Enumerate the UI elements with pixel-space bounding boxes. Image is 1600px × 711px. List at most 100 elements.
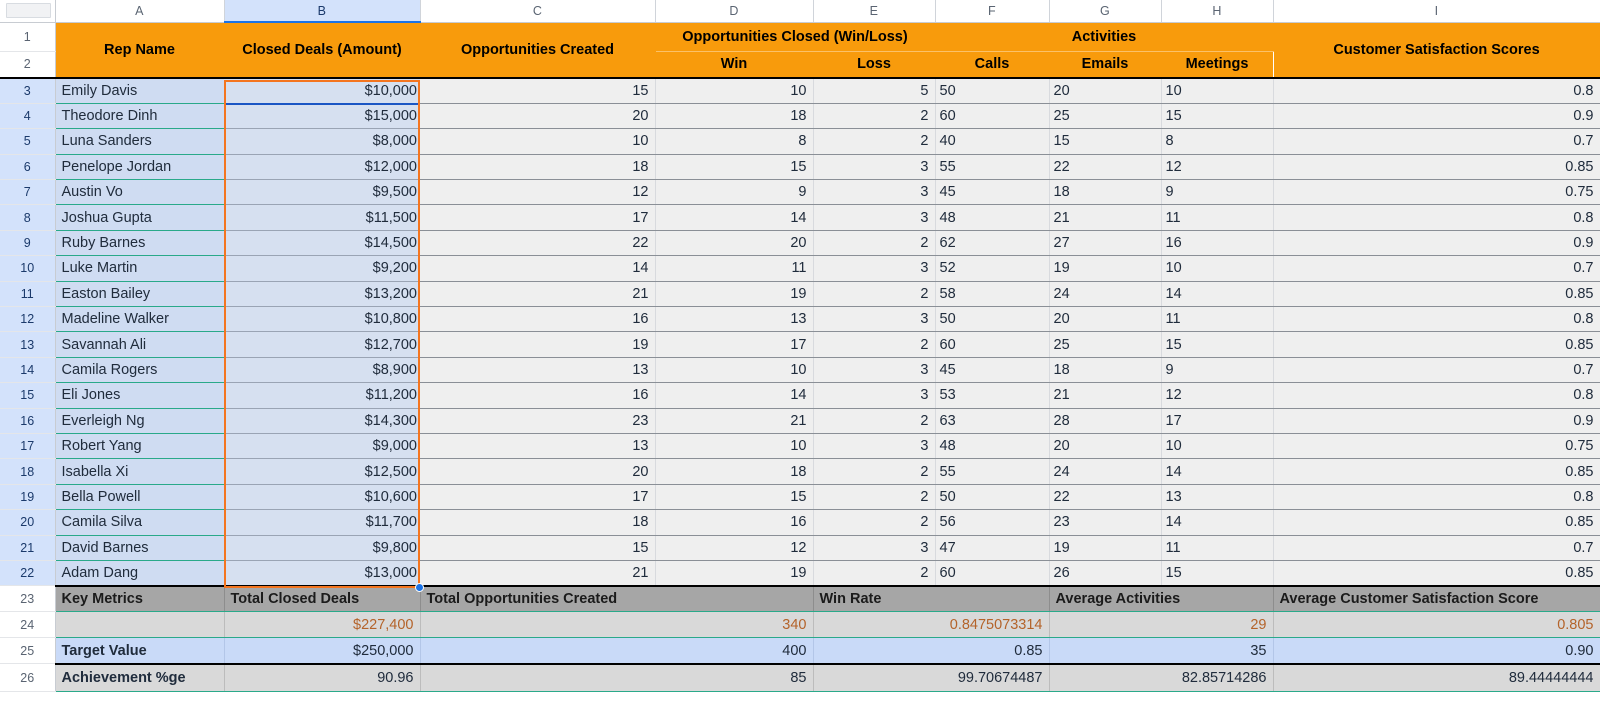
cell-emails[interactable]: 20	[1049, 306, 1162, 333]
cell-win[interactable]: 11	[655, 255, 814, 282]
column-header-G[interactable]: G	[1049, 0, 1162, 23]
cell-emails[interactable]: 19	[1049, 255, 1162, 282]
cell-customer-satisfaction[interactable]: 0.85	[1273, 509, 1600, 536]
row-header-22[interactable]: 22	[0, 560, 56, 587]
cell-rep-name[interactable]: Madeline Walker	[55, 306, 224, 333]
row-header-10[interactable]: 10	[0, 255, 56, 282]
cell-emails[interactable]: 25	[1049, 103, 1162, 130]
cell-win[interactable]: 18	[655, 103, 814, 130]
row-header-14[interactable]: 14	[0, 357, 56, 384]
table-row[interactable]: 8 Joshua Gupta $11,500 17 14 3 48 21 11 0.8	[0, 204, 1600, 231]
row-header-3[interactable]: 3	[0, 76, 56, 104]
cell-emails[interactable]: 18	[1049, 179, 1162, 206]
cell-calls[interactable]: 58	[935, 281, 1050, 308]
cell-loss[interactable]: 3	[813, 204, 936, 231]
cell-loss[interactable]: 2	[813, 331, 936, 358]
cell-rep-name[interactable]: Luna Sanders	[55, 128, 224, 155]
cell-opportunities-created[interactable]: 20	[420, 103, 656, 130]
cell-loss[interactable]: 3	[813, 382, 936, 409]
cell-emails[interactable]: 15	[1049, 128, 1162, 155]
cell-calls[interactable]: 52	[935, 255, 1050, 282]
row-header-6[interactable]: 6	[0, 154, 56, 181]
row-header-24[interactable]: 24	[0, 611, 56, 639]
cell-rep-name[interactable]: Savannah Ali	[55, 331, 224, 358]
table-row[interactable]: 19 Bella Powell $10,600 17 15 2 50 22 13 0.8	[0, 484, 1600, 511]
cell-emails[interactable]: 28	[1049, 408, 1162, 434]
cell-loss[interactable]: 3	[813, 357, 936, 384]
cell-meetings[interactable]: 11	[1161, 204, 1274, 231]
cell-opportunities-created[interactable]: 13	[420, 433, 656, 460]
cell-loss[interactable]: 2	[813, 458, 936, 485]
cell-rep-name[interactable]: Luke Martin	[55, 255, 224, 282]
cell-meetings[interactable]: 9	[1161, 357, 1274, 384]
cell-emails[interactable]: 21	[1049, 382, 1162, 409]
cell-opportunities-created[interactable]: 14	[420, 255, 656, 282]
table-row[interactable]: 9 Ruby Barnes $14,500 22 20 2 62 27 16 0.9	[0, 230, 1600, 257]
cell-customer-satisfaction[interactable]: 0.8	[1273, 306, 1600, 333]
table-row[interactable]: 14 Camila Rogers $8,900 13 10 3 45 18 9 0.7	[0, 357, 1600, 384]
cell-rep-name[interactable]: Joshua Gupta	[55, 204, 224, 231]
cell-calls[interactable]: 50	[935, 306, 1050, 333]
table-row[interactable]: 7 Austin Vo $9,500 12 9 3 45 18 9 0.75	[0, 179, 1600, 206]
cell-rep-name[interactable]: Penelope Jordan	[55, 154, 224, 181]
row-header-5[interactable]: 5	[0, 128, 56, 155]
cell-calls[interactable]: 60	[935, 560, 1050, 587]
cell-rep-name[interactable]: Ruby Barnes	[55, 230, 224, 257]
row-header-16[interactable]: 16	[0, 408, 56, 434]
table-row[interactable]: 10 Luke Martin $9,200 14 11 3 52 19 10 0.7	[0, 255, 1600, 282]
cell-emails[interactable]: 24	[1049, 281, 1162, 308]
spreadsheet-grid[interactable]: A B C D E F G H I 1 Rep Name Closed Deal…	[0, 0, 1600, 693]
cell-loss[interactable]: 2	[813, 408, 936, 434]
row-header-1[interactable]: 1	[0, 22, 56, 52]
row-header-15[interactable]: 15	[0, 382, 56, 409]
cell-calls[interactable]: 45	[935, 179, 1050, 206]
cell-closed-deals[interactable]: $9,800	[224, 535, 420, 561]
table-row[interactable]: 18 Isabella Xi $12,500 20 18 2 55 24 14 0.85	[0, 458, 1600, 485]
cell-rep-name[interactable]: Emily Davis	[55, 76, 224, 104]
cell-emails[interactable]: 25	[1049, 331, 1162, 358]
cell-customer-satisfaction[interactable]: 0.85	[1273, 281, 1600, 308]
cell-customer-satisfaction[interactable]: 0.9	[1273, 103, 1600, 130]
cell-meetings[interactable]: 9	[1161, 179, 1274, 206]
cell-calls[interactable]: 60	[935, 331, 1050, 358]
cell-meetings[interactable]: 17	[1161, 408, 1274, 434]
cell-emails[interactable]: 18	[1049, 357, 1162, 384]
cell-calls[interactable]: 55	[935, 458, 1050, 485]
cell-customer-satisfaction[interactable]: 0.7	[1273, 128, 1600, 155]
cell-calls[interactable]: 63	[935, 408, 1050, 434]
cell-closed-deals[interactable]: $9,500	[224, 179, 420, 206]
cell-meetings[interactable]: 15	[1161, 331, 1274, 358]
summary-achievement-row[interactable]: 26 Achievement %ge 90.96 85 99.70674487 …	[0, 663, 1600, 693]
row-header-4[interactable]: 4	[0, 103, 56, 130]
cell-win[interactable]: 14	[655, 382, 814, 409]
cell-loss[interactable]: 3	[813, 433, 936, 460]
cell-closed-deals[interactable]: $14,300	[224, 408, 420, 434]
cell-win[interactable]: 15	[655, 484, 814, 511]
row-header-8[interactable]: 8	[0, 204, 56, 231]
row-header-2[interactable]: 2	[0, 51, 56, 79]
column-header-C[interactable]: C	[420, 0, 656, 23]
cell-customer-satisfaction[interactable]: 0.75	[1273, 179, 1600, 206]
cell-calls[interactable]: 62	[935, 230, 1050, 257]
table-row[interactable]: 15 Eli Jones $11,200 16 14 3 53 21 12 0.8	[0, 382, 1600, 409]
cell-rep-name[interactable]: Isabella Xi	[55, 458, 224, 485]
table-row[interactable]: 5 Luna Sanders $8,000 10 8 2 40 15 8 0.7	[0, 128, 1600, 155]
cell-calls[interactable]: 50	[935, 484, 1050, 511]
cell-customer-satisfaction[interactable]: 0.8	[1273, 382, 1600, 409]
cell-emails[interactable]: 20	[1049, 76, 1162, 104]
cell-emails[interactable]: 22	[1049, 484, 1162, 511]
cell-closed-deals[interactable]: $9,200	[224, 255, 420, 282]
cell-loss[interactable]: 2	[813, 103, 936, 130]
row-header-17[interactable]: 17	[0, 433, 56, 460]
cell-emails[interactable]: 24	[1049, 458, 1162, 485]
table-row[interactable]: 4 Theodore Dinh $15,000 20 18 2 60 25 15 0.9	[0, 103, 1600, 130]
cell-closed-deals[interactable]: $8,000	[224, 128, 420, 155]
cell-meetings[interactable]: 10	[1161, 255, 1274, 282]
cell-win[interactable]: 15	[655, 154, 814, 181]
cell-meetings[interactable]: 10	[1161, 433, 1274, 460]
cell-closed-deals[interactable]: $13,000	[224, 560, 420, 587]
cell-opportunities-created[interactable]: 13	[420, 357, 656, 384]
cell-win[interactable]: 10	[655, 357, 814, 384]
cell-loss[interactable]: 2	[813, 560, 936, 587]
column-header-E[interactable]: E	[813, 0, 936, 23]
